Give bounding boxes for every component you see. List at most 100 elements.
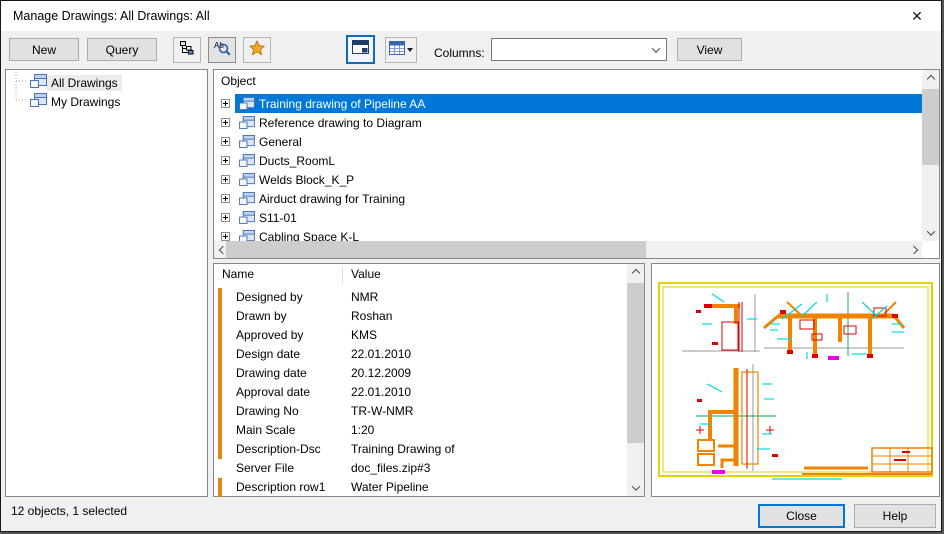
object-list-row[interactable]: Reference drawing to Diagram	[214, 113, 922, 132]
scroll-up-icon[interactable]	[627, 264, 644, 281]
object-row-label: S11-01	[259, 211, 297, 225]
object-list-row[interactable]: Ducts_RoomL	[214, 151, 922, 170]
object-list-row[interactable]: Airduct drawing for Training	[214, 189, 922, 208]
property-name: Drawing No	[236, 404, 299, 418]
expand-icon[interactable]	[221, 232, 230, 241]
find-button[interactable]: Ab	[208, 37, 236, 63]
dropdown-arrow-icon	[407, 48, 413, 52]
query-button[interactable]: Query	[87, 38, 157, 61]
tree-connector	[6, 91, 30, 114]
object-row-highlight[interactable]: Training drawing of Pipeline AA	[235, 94, 922, 113]
object-row-highlight[interactable]: Airduct drawing for Training	[235, 189, 922, 208]
columns-label: Columns:	[434, 42, 485, 65]
property-name: Approved by	[236, 328, 303, 342]
expand-icon[interactable]	[221, 194, 230, 203]
tree-item[interactable]: All Drawings	[6, 74, 207, 92]
drawing-icon	[239, 211, 255, 224]
property-row: Description row1 Water Pipeline	[214, 478, 627, 497]
scroll-up-icon[interactable]	[922, 70, 939, 87]
dialog-title: Manage Drawings: All Drawings: All	[13, 1, 210, 31]
object-row-highlight[interactable]: Ducts_RoomL	[235, 151, 922, 170]
object-row-highlight[interactable]: Reference drawing to Diagram	[235, 113, 922, 132]
property-marker-bar	[218, 383, 222, 402]
hierarchy-button[interactable]	[173, 37, 201, 63]
property-name: Designed by	[236, 290, 303, 304]
vscroll-thumb[interactable]	[627, 283, 644, 443]
expand-icon[interactable]	[221, 175, 230, 184]
drawing-icon	[239, 173, 255, 186]
table-columns-icon	[389, 41, 405, 60]
find-text-icon: Ab	[214, 40, 231, 61]
name-column-header[interactable]: Name	[222, 267, 254, 281]
view-button[interactable]: View	[677, 38, 742, 61]
properties-vscrollbar[interactable]	[627, 264, 644, 496]
property-value: 22.01.2010	[351, 347, 411, 361]
close-icon[interactable]: ✕	[904, 1, 930, 31]
object-list-row[interactable]: Welds Block_K_P	[214, 170, 922, 189]
expand-icon[interactable]	[221, 99, 230, 108]
preview-toggle-button[interactable]	[346, 35, 375, 64]
object-list-vscrollbar[interactable]	[922, 70, 939, 241]
property-marker-bar	[218, 459, 222, 478]
object-list-row[interactable]: S11-01	[214, 208, 922, 227]
property-marker-bar	[218, 307, 222, 326]
property-name: Description row1	[236, 480, 325, 494]
columns-combobox[interactable]	[491, 38, 667, 61]
object-column-header[interactable]: Object	[221, 74, 256, 88]
column-divider	[342, 266, 343, 284]
scroll-down-icon[interactable]	[922, 224, 939, 241]
object-list-row[interactable]: Training drawing of Pipeline AA	[214, 94, 922, 113]
property-value: NMR	[351, 290, 378, 304]
object-row-label: Training drawing of Pipeline AA	[259, 97, 425, 111]
property-marker-bar	[218, 421, 222, 440]
favorites-button[interactable]	[243, 37, 271, 63]
expand-icon[interactable]	[221, 137, 230, 146]
favorites-star-icon	[249, 40, 265, 61]
scroll-down-icon[interactable]	[627, 479, 644, 496]
property-row: Drawing No TR-W-NMR	[214, 402, 627, 421]
object-list-row[interactable]: General	[214, 132, 922, 151]
object-row-label: Reference drawing to Diagram	[259, 116, 422, 130]
property-value: doc_files.zip#3	[351, 461, 430, 475]
object-row-highlight[interactable]: Welds Block_K_P	[235, 170, 922, 189]
columns-layout-button[interactable]	[385, 37, 417, 63]
vscroll-thumb[interactable]	[922, 89, 939, 165]
expand-icon[interactable]	[221, 118, 230, 127]
expand-icon[interactable]	[221, 213, 230, 222]
properties-panel: Name Value Designed byNMRDrawn byRoshanA…	[213, 263, 645, 497]
view-button-label: View	[697, 43, 723, 57]
property-marker-bar	[218, 288, 222, 307]
title-bar: Manage Drawings: All Drawings: All ✕	[1, 1, 941, 31]
property-row: Design date 22.01.2010	[214, 345, 627, 364]
property-name: Approval date	[236, 385, 310, 399]
preview-drawing	[652, 264, 939, 496]
property-name: Design date	[236, 347, 300, 361]
close-button[interactable]: Close	[758, 504, 845, 528]
property-name: Main Scale	[236, 423, 295, 437]
property-value: Water Pipeline	[351, 480, 429, 494]
new-button[interactable]: New	[9, 38, 79, 61]
help-button[interactable]: Help	[854, 504, 936, 528]
value-column-header[interactable]: Value	[351, 267, 381, 281]
property-row: Description-DscTraining Drawing of	[214, 440, 627, 459]
tree-item[interactable]: My Drawings	[6, 93, 207, 111]
object-row-highlight[interactable]: General	[235, 132, 922, 151]
drawing-folder-icon	[30, 74, 47, 93]
drawing-icon	[239, 97, 255, 110]
object-row-label: Ducts_RoomL	[259, 154, 335, 168]
property-value: 22.01.2010	[351, 385, 411, 399]
combobox-chevron-icon[interactable]	[646, 47, 666, 53]
tree-item-label: All Drawings	[47, 75, 122, 91]
property-row: Designed by NMR	[214, 288, 627, 307]
scroll-right-icon[interactable]	[905, 241, 922, 258]
properties-header: Name Value	[214, 264, 627, 286]
property-value: TR-W-NMR	[351, 404, 413, 418]
toolbar: New Query Ab	[1, 31, 941, 69]
expand-icon[interactable]	[221, 156, 230, 165]
property-value: Training Drawing of	[351, 442, 455, 456]
hierarchy-icon	[179, 40, 195, 61]
property-name: Drawing date	[236, 366, 307, 380]
hscroll-thumb[interactable]	[226, 241, 646, 258]
object-row-highlight[interactable]: S11-01	[235, 208, 922, 227]
object-list-hscrollbar[interactable]	[214, 241, 922, 258]
